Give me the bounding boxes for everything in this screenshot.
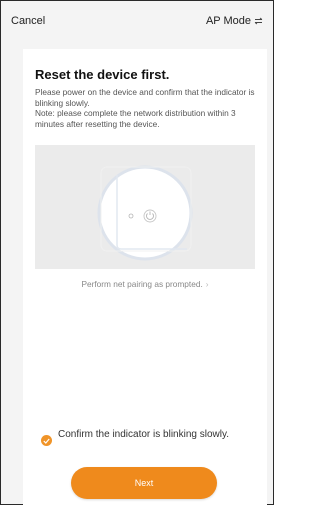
top-bar: Cancel AP Mode bbox=[1, 1, 273, 41]
page-title: Reset the device first. bbox=[35, 67, 170, 82]
checkmark-icon[interactable] bbox=[41, 435, 52, 446]
ap-mode-label: AP Mode bbox=[205, 15, 251, 27]
pairing-link[interactable]: Perform net pairing as prompted. › bbox=[23, 279, 267, 289]
pairing-link-label: Perform net pairing as prompted. bbox=[81, 279, 203, 289]
next-button[interactable]: Next bbox=[71, 467, 217, 499]
device-illustration bbox=[35, 145, 255, 269]
swap-icon bbox=[254, 17, 263, 25]
ap-mode-button[interactable]: AP Mode bbox=[206, 15, 263, 27]
confirm-checkbox-row[interactable]: Confirm the indicator is blinking slowly… bbox=[41, 429, 233, 446]
note-text: Note: please complete the network distri… bbox=[35, 108, 236, 129]
instructions: Please power on the device and confirm t… bbox=[35, 87, 259, 129]
app-frame: Cancel AP Mode Reset the device first. P… bbox=[0, 0, 274, 509]
cancel-button[interactable]: Cancel bbox=[11, 15, 45, 27]
confirm-label: Confirm the indicator is blinking slowly… bbox=[58, 429, 229, 440]
instruction-text: Please power on the device and confirm t… bbox=[35, 87, 255, 108]
chevron-right-icon: › bbox=[205, 279, 209, 289]
content-card: Reset the device first. Please power on … bbox=[23, 49, 267, 509]
device-power-button-illustration bbox=[35, 145, 255, 269]
